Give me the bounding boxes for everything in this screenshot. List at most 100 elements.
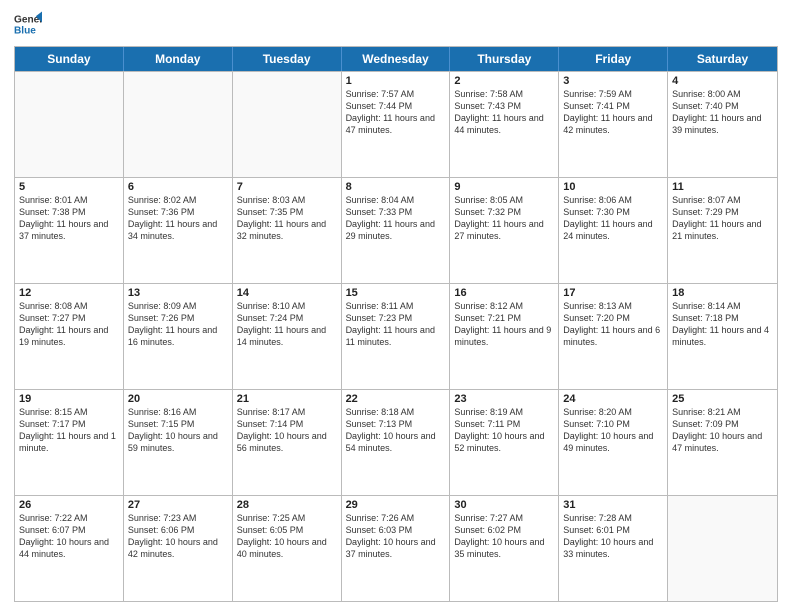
day-number: 13 [128,287,228,299]
day-number: 2 [454,75,554,87]
day-number: 7 [237,181,337,193]
day-info: Sunrise: 7:57 AM Sunset: 7:44 PM Dayligh… [346,88,446,137]
day-cell-30: 30Sunrise: 7:27 AM Sunset: 6:02 PM Dayli… [450,496,559,601]
week-row-4: 19Sunrise: 8:15 AM Sunset: 7:17 PM Dayli… [15,389,777,495]
day-info: Sunrise: 8:19 AM Sunset: 7:11 PM Dayligh… [454,406,554,455]
day-number: 18 [672,287,773,299]
page: General Blue SundayMondayTuesdayWednesda… [0,0,792,612]
day-number: 17 [563,287,663,299]
day-info: Sunrise: 8:12 AM Sunset: 7:21 PM Dayligh… [454,300,554,349]
day-cell-29: 29Sunrise: 7:26 AM Sunset: 6:03 PM Dayli… [342,496,451,601]
day-info: Sunrise: 8:00 AM Sunset: 7:40 PM Dayligh… [672,88,773,137]
day-header-saturday: Saturday [668,47,777,71]
day-cell-31: 31Sunrise: 7:28 AM Sunset: 6:01 PM Dayli… [559,496,668,601]
day-info: Sunrise: 8:13 AM Sunset: 7:20 PM Dayligh… [563,300,663,349]
day-cell-24: 24Sunrise: 8:20 AM Sunset: 7:10 PM Dayli… [559,390,668,495]
logo-icon: General Blue [14,10,42,38]
day-cell-28: 28Sunrise: 7:25 AM Sunset: 6:05 PM Dayli… [233,496,342,601]
day-number: 9 [454,181,554,193]
day-cell-25: 25Sunrise: 8:21 AM Sunset: 7:09 PM Dayli… [668,390,777,495]
day-cell-7: 7Sunrise: 8:03 AM Sunset: 7:35 PM Daylig… [233,178,342,283]
day-info: Sunrise: 8:10 AM Sunset: 7:24 PM Dayligh… [237,300,337,349]
day-info: Sunrise: 7:59 AM Sunset: 7:41 PM Dayligh… [563,88,663,137]
day-number: 15 [346,287,446,299]
day-info: Sunrise: 7:27 AM Sunset: 6:02 PM Dayligh… [454,512,554,561]
day-cell-17: 17Sunrise: 8:13 AM Sunset: 7:20 PM Dayli… [559,284,668,389]
day-number: 19 [19,393,119,405]
day-number: 10 [563,181,663,193]
day-info: Sunrise: 8:11 AM Sunset: 7:23 PM Dayligh… [346,300,446,349]
day-number: 14 [237,287,337,299]
day-number: 31 [563,499,663,511]
day-header-friday: Friday [559,47,668,71]
day-cell-10: 10Sunrise: 8:06 AM Sunset: 7:30 PM Dayli… [559,178,668,283]
day-number: 24 [563,393,663,405]
day-cell-9: 9Sunrise: 8:05 AM Sunset: 7:32 PM Daylig… [450,178,559,283]
day-info: Sunrise: 8:01 AM Sunset: 7:38 PM Dayligh… [19,194,119,243]
day-info: Sunrise: 7:23 AM Sunset: 6:06 PM Dayligh… [128,512,228,561]
day-info: Sunrise: 8:14 AM Sunset: 7:18 PM Dayligh… [672,300,773,349]
day-number: 3 [563,75,663,87]
day-cell-26: 26Sunrise: 7:22 AM Sunset: 6:07 PM Dayli… [15,496,124,601]
day-number: 28 [237,499,337,511]
day-number: 25 [672,393,773,405]
day-number: 8 [346,181,446,193]
day-number: 16 [454,287,554,299]
day-info: Sunrise: 8:17 AM Sunset: 7:14 PM Dayligh… [237,406,337,455]
day-info: Sunrise: 8:18 AM Sunset: 7:13 PM Dayligh… [346,406,446,455]
header: General Blue [14,10,778,38]
day-info: Sunrise: 7:28 AM Sunset: 6:01 PM Dayligh… [563,512,663,561]
logo: General Blue [14,10,42,38]
day-info: Sunrise: 8:20 AM Sunset: 7:10 PM Dayligh… [563,406,663,455]
day-cell-4: 4Sunrise: 8:00 AM Sunset: 7:40 PM Daylig… [668,72,777,177]
day-number: 11 [672,181,773,193]
calendar: SundayMondayTuesdayWednesdayThursdayFrid… [14,46,778,602]
day-number: 20 [128,393,228,405]
week-row-3: 12Sunrise: 8:08 AM Sunset: 7:27 PM Dayli… [15,283,777,389]
day-cell-23: 23Sunrise: 8:19 AM Sunset: 7:11 PM Dayli… [450,390,559,495]
day-cell-15: 15Sunrise: 8:11 AM Sunset: 7:23 PM Dayli… [342,284,451,389]
day-number: 23 [454,393,554,405]
empty-cell [668,496,777,601]
day-cell-22: 22Sunrise: 8:18 AM Sunset: 7:13 PM Dayli… [342,390,451,495]
empty-cell [233,72,342,177]
day-cell-18: 18Sunrise: 8:14 AM Sunset: 7:18 PM Dayli… [668,284,777,389]
day-number: 27 [128,499,228,511]
day-info: Sunrise: 8:07 AM Sunset: 7:29 PM Dayligh… [672,194,773,243]
day-number: 21 [237,393,337,405]
day-info: Sunrise: 7:58 AM Sunset: 7:43 PM Dayligh… [454,88,554,137]
day-cell-11: 11Sunrise: 8:07 AM Sunset: 7:29 PM Dayli… [668,178,777,283]
day-info: Sunrise: 8:06 AM Sunset: 7:30 PM Dayligh… [563,194,663,243]
week-row-2: 5Sunrise: 8:01 AM Sunset: 7:38 PM Daylig… [15,177,777,283]
day-info: Sunrise: 7:25 AM Sunset: 6:05 PM Dayligh… [237,512,337,561]
day-cell-2: 2Sunrise: 7:58 AM Sunset: 7:43 PM Daylig… [450,72,559,177]
day-header-monday: Monday [124,47,233,71]
day-number: 26 [19,499,119,511]
day-cell-5: 5Sunrise: 8:01 AM Sunset: 7:38 PM Daylig… [15,178,124,283]
day-cell-20: 20Sunrise: 8:16 AM Sunset: 7:15 PM Dayli… [124,390,233,495]
day-cell-27: 27Sunrise: 7:23 AM Sunset: 6:06 PM Dayli… [124,496,233,601]
day-cell-19: 19Sunrise: 8:15 AM Sunset: 7:17 PM Dayli… [15,390,124,495]
day-number: 4 [672,75,773,87]
day-number: 30 [454,499,554,511]
day-number: 29 [346,499,446,511]
day-cell-6: 6Sunrise: 8:02 AM Sunset: 7:36 PM Daylig… [124,178,233,283]
day-number: 6 [128,181,228,193]
day-cell-13: 13Sunrise: 8:09 AM Sunset: 7:26 PM Dayli… [124,284,233,389]
day-info: Sunrise: 8:09 AM Sunset: 7:26 PM Dayligh… [128,300,228,349]
empty-cell [124,72,233,177]
day-number: 1 [346,75,446,87]
day-number: 22 [346,393,446,405]
day-header-sunday: Sunday [15,47,124,71]
day-info: Sunrise: 8:04 AM Sunset: 7:33 PM Dayligh… [346,194,446,243]
day-number: 5 [19,181,119,193]
day-cell-12: 12Sunrise: 8:08 AM Sunset: 7:27 PM Dayli… [15,284,124,389]
day-cell-21: 21Sunrise: 8:17 AM Sunset: 7:14 PM Dayli… [233,390,342,495]
svg-text:Blue: Blue [14,25,36,36]
day-cell-3: 3Sunrise: 7:59 AM Sunset: 7:41 PM Daylig… [559,72,668,177]
day-info: Sunrise: 8:03 AM Sunset: 7:35 PM Dayligh… [237,194,337,243]
day-cell-14: 14Sunrise: 8:10 AM Sunset: 7:24 PM Dayli… [233,284,342,389]
day-info: Sunrise: 8:16 AM Sunset: 7:15 PM Dayligh… [128,406,228,455]
day-info: Sunrise: 8:08 AM Sunset: 7:27 PM Dayligh… [19,300,119,349]
day-header-tuesday: Tuesday [233,47,342,71]
